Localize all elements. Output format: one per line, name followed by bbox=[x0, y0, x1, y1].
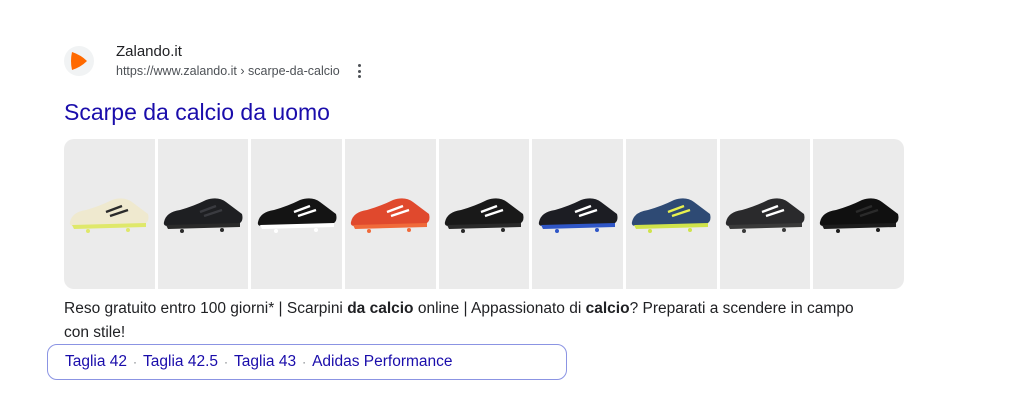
result-snippet: Reso gratuito entro 100 giorni* | Scarpi… bbox=[64, 297, 864, 345]
product-image-shoe-black-blue[interactable] bbox=[532, 139, 624, 289]
sitelink-separator: · bbox=[133, 355, 138, 369]
search-result: Zalando.it https://www.zalando.it › scar… bbox=[64, 38, 964, 345]
site-url[interactable]: https://www.zalando.it › scarpe-da-calci… bbox=[116, 62, 340, 80]
site-name[interactable]: Zalando.it bbox=[116, 42, 366, 62]
shoe-icon bbox=[725, 198, 805, 233]
product-image-shoe-white-yellow[interactable] bbox=[64, 139, 155, 289]
sitelink-separator: · bbox=[302, 355, 307, 369]
product-image-shoe-red-orange[interactable] bbox=[345, 139, 436, 289]
product-image-shoe-black-white-stripes[interactable] bbox=[251, 139, 343, 289]
product-image-shoe-black-2[interactable] bbox=[438, 139, 530, 289]
shoe-icon bbox=[444, 198, 524, 233]
more-options-icon[interactable] bbox=[354, 64, 366, 78]
product-image-shoe-black-1[interactable] bbox=[157, 139, 249, 289]
product-image-shoe-black-3[interactable] bbox=[719, 139, 811, 289]
shoe-icon bbox=[257, 198, 337, 233]
product-image-shoe-blue-yellow[interactable] bbox=[626, 139, 717, 289]
shoe-icon bbox=[351, 198, 430, 233]
snippet-bold: da calcio bbox=[347, 300, 414, 317]
result-title-link[interactable]: Scarpe da calcio da uomo bbox=[64, 98, 330, 126]
sitelinks: Taglia 42 · Taglia 42.5 · Taglia 43 · Adidas P… bbox=[47, 344, 567, 380]
zalando-logo-icon[interactable] bbox=[64, 46, 94, 76]
sitelink-separator: · bbox=[224, 355, 229, 369]
site-header[interactable]: Zalando.it https://www.zalando.it › scar… bbox=[64, 38, 964, 84]
image-strip bbox=[64, 139, 904, 289]
snippet-bold: calcio bbox=[585, 300, 630, 317]
sitelink-taglia-43[interactable]: Taglia 43 bbox=[234, 353, 296, 371]
shoe-icon bbox=[819, 198, 899, 233]
shoe-icon bbox=[538, 198, 618, 233]
shoe-icon bbox=[70, 198, 149, 233]
sitelink-taglia-42-5[interactable]: Taglia 42.5 bbox=[143, 353, 218, 371]
product-image-shoe-black-4[interactable] bbox=[813, 139, 904, 289]
sitelink-taglia-42[interactable]: Taglia 42 bbox=[65, 353, 127, 371]
sitelink-adidas-performance[interactable]: Adidas Performance bbox=[312, 353, 452, 371]
snippet-text: online | Appassionato di bbox=[413, 300, 586, 317]
shoe-icon bbox=[163, 198, 243, 233]
shoe-icon bbox=[632, 198, 711, 233]
snippet-text: Reso gratuito entro 100 giorni* | Scarpi… bbox=[64, 300, 348, 317]
